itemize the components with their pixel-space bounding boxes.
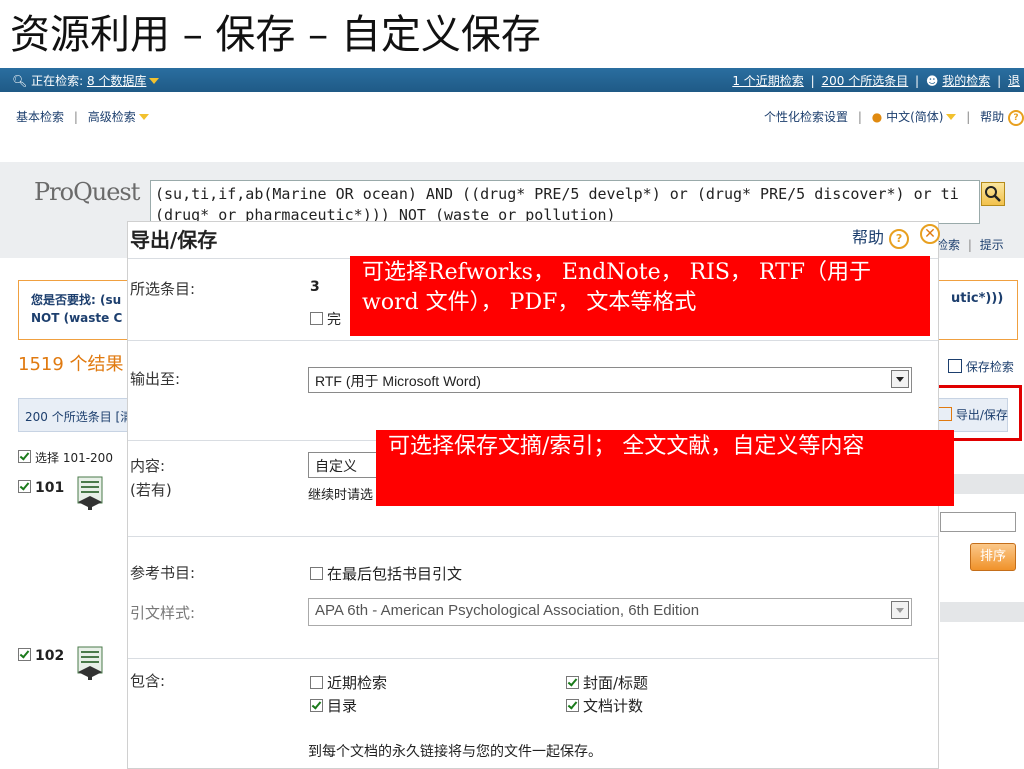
advanced-search-link[interactable]: 高级检索 bbox=[88, 110, 136, 124]
save-search-button[interactable]: 保存检索 bbox=[948, 358, 1014, 375]
preferences-link[interactable]: 个性化检索设置 bbox=[764, 110, 848, 124]
databases-link[interactable]: 8 个数据库 bbox=[87, 74, 146, 88]
floppy-icon bbox=[948, 359, 962, 373]
did-you-mean-tail: utic*))) bbox=[951, 291, 1004, 306]
complete-option[interactable]: 完 bbox=[310, 309, 341, 329]
save-search-label: 保存检索 bbox=[965, 360, 1014, 374]
citation-style-label: 引文样式: bbox=[130, 604, 196, 622]
search-button[interactable] bbox=[981, 182, 1005, 206]
top-toolbar: 🔍︎ 正在检索: 8 个数据库 1 个近期检索 | 200 个所选条目 | ☻ … bbox=[0, 68, 1024, 92]
content-value: 自定义 bbox=[315, 458, 357, 474]
include-doc-count[interactable]: 文档计数 bbox=[566, 695, 643, 716]
logout-link[interactable]: 退 bbox=[1008, 74, 1020, 88]
secondary-nav: 基本检索 | 高级检索 个性化检索设置 | ● 中文(简体) | 帮助 ? bbox=[0, 104, 1024, 128]
recent-searches-link[interactable]: 1 个近期检索 bbox=[732, 74, 803, 88]
selected-items-label: 所选条目: bbox=[130, 280, 196, 298]
dialog-help[interactable]: 帮助 ? bbox=[852, 224, 910, 249]
doc-count-label: 文档计数 bbox=[583, 697, 644, 715]
output-format-select[interactable]: RTF (用于 Microsoft Word) bbox=[308, 367, 912, 393]
tips-link[interactable]: 提示 bbox=[980, 238, 1004, 252]
side-panel-header bbox=[940, 602, 1024, 622]
include-toc[interactable]: 目录 bbox=[310, 695, 357, 716]
chevron-down-icon[interactable] bbox=[891, 601, 909, 619]
select-range-checkbox[interactable] bbox=[18, 450, 31, 463]
result-row-101: 101 bbox=[18, 480, 64, 496]
toc-checkbox[interactable] bbox=[310, 699, 323, 712]
dialog-title: 导出/保存 bbox=[130, 228, 218, 252]
citation-style-value: APA 6th - American Psychological Associa… bbox=[315, 602, 700, 619]
content-sub-label: (若有) bbox=[130, 481, 172, 499]
selected-items-count: 3 bbox=[310, 279, 320, 295]
permalink-note: 到每个文档的永久链接将与您的文件一起保存。 bbox=[308, 744, 602, 760]
did-you-mean-link[interactable]: (su bbox=[100, 293, 121, 307]
include-recent-searches[interactable]: 近期检索 bbox=[310, 672, 387, 693]
content-hint: 继续时请选 bbox=[308, 488, 374, 503]
searching-label: 正在检索: bbox=[31, 74, 84, 88]
doc-count-checkbox[interactable] bbox=[566, 699, 579, 712]
bibliography-option[interactable]: 在最后包括书目引文 bbox=[310, 563, 462, 584]
include-cover[interactable]: 封面/标题 bbox=[566, 672, 648, 693]
content-callout: 可选择保存文摘/索引； 全文文献，自定义等内容 bbox=[376, 430, 954, 506]
close-icon[interactable]: ✕ bbox=[920, 224, 940, 244]
recent-searches-label: 近期检索 bbox=[327, 674, 388, 692]
search-scope: 🔍︎ 正在检索: 8 个数据库 bbox=[12, 72, 160, 89]
proquest-logo: ProQuest bbox=[34, 178, 140, 206]
top-links: 1 个近期检索 | 200 个所选条目 | ☻ 我的检索 | 退 bbox=[732, 74, 1020, 88]
search-link[interactable]: 检索 bbox=[936, 238, 960, 252]
result-number: 102 bbox=[35, 648, 65, 664]
magnifier-icon bbox=[985, 186, 1001, 202]
cover-checkbox[interactable] bbox=[566, 676, 579, 689]
did-you-mean-line-2: NOT (waste C bbox=[31, 311, 123, 325]
sort-button[interactable]: 排序 bbox=[970, 543, 1016, 571]
help-icon[interactable]: ? bbox=[1008, 110, 1024, 126]
select-range[interactable]: 选择 101-200 bbox=[18, 449, 113, 466]
globe-icon: ● bbox=[871, 110, 883, 124]
sort-select[interactable] bbox=[940, 512, 1016, 532]
cover-label: 封面/标题 bbox=[583, 674, 649, 692]
chevron-down-icon[interactable] bbox=[946, 114, 957, 120]
selected-items-bar-label[interactable]: 200 个所选条目 [清 bbox=[25, 408, 132, 425]
search-query-input[interactable]: (su,ti,if,ab(Marine OR ocean) AND ((drug… bbox=[150, 180, 980, 224]
result-checkbox[interactable] bbox=[18, 480, 31, 493]
my-search-link[interactable]: 我的检索 bbox=[942, 74, 990, 88]
bibliography-option-label: 在最后包括书目引文 bbox=[327, 565, 463, 583]
output-format-value: RTF (用于 Microsoft Word) bbox=[315, 373, 481, 389]
bibliography-checkbox[interactable] bbox=[310, 567, 323, 580]
document-icon bbox=[74, 646, 106, 686]
content-label: 内容: bbox=[130, 457, 166, 475]
formats-callout: 可选择Refworks， EndNote， RIS， RTF（用于word 文件… bbox=[350, 256, 930, 336]
toc-label: 目录 bbox=[327, 697, 358, 715]
result-checkbox[interactable] bbox=[18, 648, 31, 661]
dialog-help-label: 帮助 bbox=[852, 228, 885, 247]
recent-searches-checkbox[interactable] bbox=[310, 676, 323, 689]
help-icon[interactable]: ? bbox=[889, 229, 910, 249]
user-icon: ☻ bbox=[925, 74, 939, 88]
query-line-1: (su,ti,if,ab(Marine OR ocean) AND ((drug… bbox=[155, 185, 959, 203]
chevron-down-icon[interactable] bbox=[149, 78, 160, 84]
result-row-102: 102 bbox=[18, 648, 64, 664]
search-links: 检索 | 提示 bbox=[936, 238, 1004, 252]
complete-label: 完 bbox=[327, 312, 341, 328]
select-range-label: 选择 101-200 bbox=[35, 451, 113, 465]
chevron-down-icon[interactable] bbox=[138, 114, 149, 120]
complete-checkbox[interactable] bbox=[310, 312, 323, 325]
output-to-label: 输出至: bbox=[130, 370, 181, 388]
slide-title: 资源利用 – 保存 – 自定义保存 bbox=[10, 12, 541, 58]
results-count: 1519 个结果 bbox=[18, 354, 124, 375]
chevron-down-icon[interactable] bbox=[891, 370, 909, 388]
help-link[interactable]: 帮助 bbox=[980, 110, 1004, 124]
basic-search-link[interactable]: 基本检索 bbox=[16, 110, 64, 124]
bibliography-label: 参考书目: bbox=[130, 564, 196, 582]
result-number: 101 bbox=[35, 480, 65, 496]
citation-style-select[interactable]: APA 6th - American Psychological Associa… bbox=[308, 598, 912, 626]
search-icon: 🔍︎ bbox=[12, 74, 28, 88]
include-label: 包含: bbox=[130, 672, 166, 690]
did-you-mean-label: 您是否要找: bbox=[31, 293, 96, 307]
content-label-group: 内容: (若有) bbox=[130, 454, 172, 502]
language-selector[interactable]: 中文(简体) bbox=[886, 110, 943, 124]
document-icon bbox=[74, 476, 106, 516]
selected-items-link[interactable]: 200 个所选条目 bbox=[821, 74, 908, 88]
